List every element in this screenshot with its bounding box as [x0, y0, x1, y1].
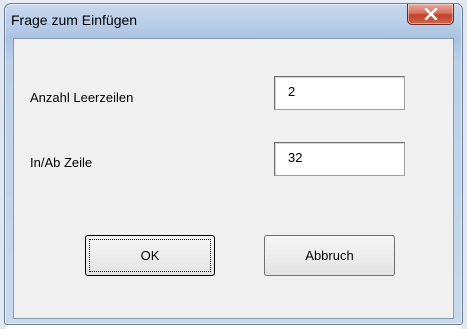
- dialog-window: Frage zum Einfügen Anzahl Leerzeilen 2 I…: [4, 3, 463, 325]
- ok-button[interactable]: OK: [85, 235, 215, 276]
- ok-button-label: OK: [140, 248, 160, 263]
- dialog-title: Frage zum Einfügen: [11, 12, 138, 28]
- in-ab-zeile-input[interactable]: 32: [274, 142, 405, 176]
- close-button[interactable]: [407, 4, 454, 25]
- field-label-anzahl-leerzeilen: Anzahl Leerzeilen: [30, 90, 134, 105]
- anzahl-leerzeilen-input[interactable]: 2: [274, 76, 405, 110]
- close-icon: [424, 8, 437, 20]
- cancel-button[interactable]: Abbruch: [264, 235, 395, 276]
- dialog-client-area: Anzahl Leerzeilen 2 In/Ab Zeile 32 OK Ab…: [13, 38, 454, 319]
- field-label-in-ab-zeile: In/Ab Zeile: [30, 155, 93, 170]
- cancel-button-label: Abbruch: [305, 248, 354, 263]
